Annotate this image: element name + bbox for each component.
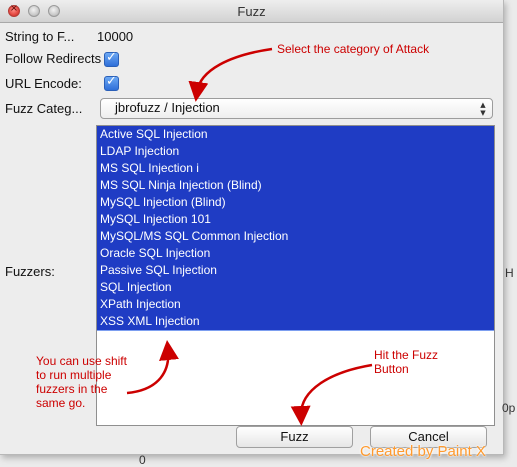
shift-arrow <box>126 340 179 395</box>
category-arrow <box>188 47 273 102</box>
fuzz-arrow <box>290 363 373 426</box>
watermark: Created by Paint X <box>360 443 486 460</box>
annotation-arrows <box>126 47 373 426</box>
